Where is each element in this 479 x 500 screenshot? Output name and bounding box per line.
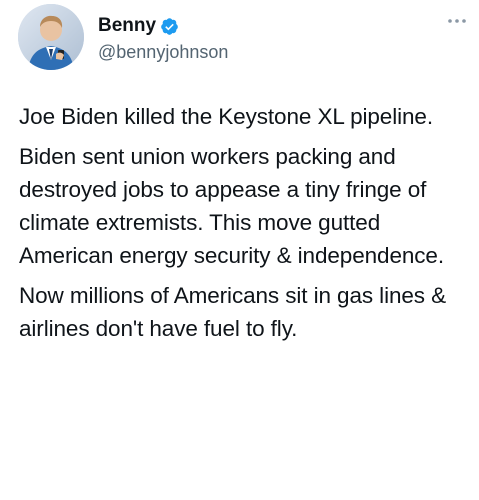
tweet-paragraph: Biden sent union workers packing and des… xyxy=(19,144,444,268)
avatar[interactable] xyxy=(18,4,84,70)
verified-badge-icon xyxy=(160,17,179,36)
display-name-row: Benny xyxy=(98,14,228,38)
tweet-header: Benny @bennyjohnson xyxy=(18,4,468,70)
profile-photo-icon xyxy=(18,4,84,70)
tweet-paragraph: Now millions of Americans sit in gas lin… xyxy=(19,283,447,341)
tweet-text: Joe Biden killed the Keystone XL pipelin… xyxy=(19,100,471,345)
more-options-icon[interactable] xyxy=(446,14,468,26)
display-name[interactable]: Benny xyxy=(98,14,156,38)
author-names: Benny @bennyjohnson xyxy=(98,14,228,64)
handle[interactable]: @bennyjohnson xyxy=(98,40,228,64)
tweet: Benny @bennyjohnson Joe Biden killed the… xyxy=(0,0,479,500)
tweet-paragraph: Joe Biden killed the Keystone XL pipelin… xyxy=(19,104,433,129)
